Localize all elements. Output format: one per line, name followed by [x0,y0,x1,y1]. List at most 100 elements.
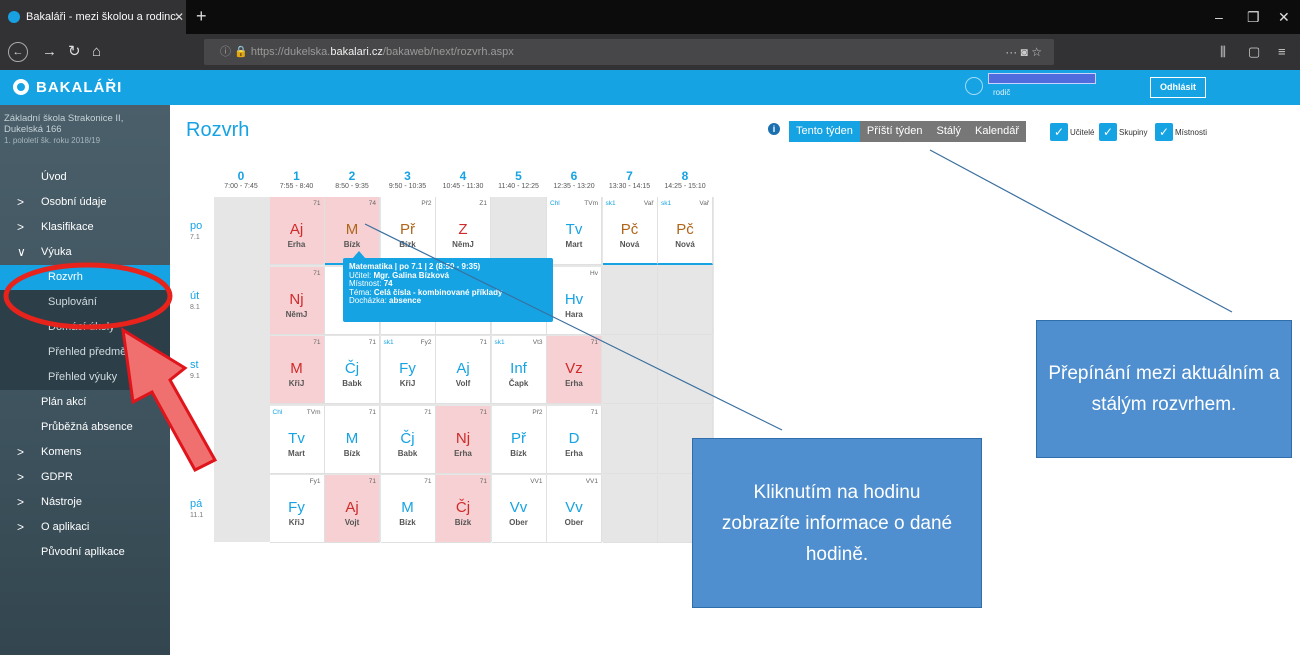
lesson-cell[interactable]: Př2 Př Bízk [380,197,436,265]
back-icon[interactable]: ← [8,42,28,62]
sidebar-item-label: Původní aplikace [41,546,125,558]
period-header: 0 7:00 - 7:45 [213,170,269,192]
sidebar-item[interactable]: > O aplikaci [0,515,170,540]
lesson-cell[interactable]: Vař sk1 Pč Nová [602,197,658,265]
day-date: 8.1 [190,303,200,311]
lesson-cell[interactable]: 71 M Bízk [325,405,380,474]
sidebar-item[interactable]: ∨ Výuka [0,240,170,265]
sidebar-toggle-icon[interactable]: ▢ [1248,34,1260,70]
week-button[interactable]: Kalendář [967,121,1027,142]
browser-tab[interactable]: Bakaláři - mezi školou a rodinc ✕ [0,0,186,34]
info-circle-icon[interactable]: ⓘ [220,46,231,58]
sidebar-item[interactable]: Úvod [0,165,170,190]
lesson-room: 71 [590,408,598,416]
close-window-icon[interactable]: ✕ [1278,0,1290,34]
sidebar-item[interactable]: Průběžná absence [0,415,170,440]
lesson-cell[interactable]: Vař sk1 Pč Nová [658,197,713,265]
reload-icon[interactable]: ↻ [68,34,81,70]
lesson-cell [658,336,713,404]
sidebar-item[interactable]: Plán akcí [0,390,170,415]
lesson-room: Vař [699,200,709,207]
sidebar-item[interactable]: Přehled předmětů [0,340,170,365]
sidebar: Základní škola Strakonice II, Dukelská 1… [0,105,170,655]
lesson-teacher: Volf [455,379,471,388]
restore-icon[interactable]: ❐ [1247,0,1260,34]
period-header: 4 10:45 - 11:30 [435,170,491,192]
sidebar-item[interactable]: > GDPR [0,465,170,490]
lesson-subject: Pč [620,221,639,238]
lesson-room: 71 [368,478,376,485]
lesson-cell[interactable]: 71 D Erha [547,405,602,474]
new-tab-icon[interactable]: + [196,0,207,32]
lesson-cell[interactable]: VV1 Vv Ober [547,475,602,543]
lesson-subject: Čj [400,429,415,447]
lesson-subject: Aj [289,221,304,238]
sidebar-item[interactable]: > Komens [0,440,170,465]
url-domain: bakalari.cz [330,46,383,58]
forward-icon[interactable]: → [42,34,57,70]
tab-close-icon[interactable]: ✕ [174,0,184,34]
sidebar-item[interactable]: Domácí úkoly [0,315,170,340]
pocket-icon[interactable]: ◙ [1021,45,1028,59]
lesson-cell[interactable]: 71 Aj Volf [436,336,491,404]
lesson-cell[interactable]: 71 Nj Erha [436,405,491,474]
lesson-subject: M [290,360,303,377]
lesson-cell[interactable]: 71 Nj NěmJ [269,266,325,335]
minimize-icon[interactable]: – [1215,0,1223,34]
lesson-cell[interactable]: 71 Vz Erha [547,336,602,404]
sidebar-item-label: Nástroje [41,496,82,508]
week-button[interactable]: Tento týden [789,121,860,142]
lesson-cell[interactable]: Př2 Př Bízk [491,405,547,474]
lesson-cell[interactable]: Hv Hv Hara [547,266,602,335]
lesson-cell[interactable]: 71 Čj Babk [325,336,380,404]
info-icon[interactable]: i [768,123,780,135]
lesson-cell[interactable]: 71 M KřiJ [269,336,325,404]
sidebar-item[interactable]: > Nástroje [0,490,170,515]
sidebar-item[interactable]: Původní aplikace [0,540,170,565]
more-icon[interactable]: ··· [1005,45,1017,59]
option-checkbox[interactable]: ✓ Učitelé [1050,122,1094,142]
browser-navbar: ← → ↻ ⌂ ⓘ 🔒 https://dukelska.bakalari.cz… [0,34,1300,70]
lesson-group: Chl [272,408,283,416]
lesson-room: Př2 [421,200,432,207]
lesson-room: 71 [313,200,321,207]
sidebar-item[interactable]: Rozvrh [0,265,170,290]
sidebar-item[interactable]: > Osobní údaje [0,190,170,215]
lesson-cell[interactable]: Fy1 Fy KřiJ [269,475,325,543]
week-button[interactable]: Příští týden [859,121,930,142]
period-number: 7 [626,169,633,183]
lesson-cell[interactable]: Fy2 sk1 Fy KřiJ [380,336,436,404]
lesson-subject: Nj [289,290,304,308]
day-name: po [190,220,203,232]
sidebar-item[interactable]: Přehled výuky [0,365,170,390]
lesson-cell[interactable]: Vt3 sk1 Inf Čapk [491,336,547,404]
option-checkbox[interactable]: ✓ Místnosti [1155,122,1207,142]
chevron-icon: > [17,495,25,509]
day-date: 9.1 [190,373,200,380]
week-button[interactable]: Stálý [929,121,968,142]
school-name: Základní škola Strakonice II, [4,113,124,124]
lesson-cell[interactable]: 71 M Bízk [380,475,436,543]
sidebar-item[interactable]: > Klasifikace [0,215,170,240]
period-time: 12:35 - 13:20 [553,183,595,190]
bookmark-star-icon[interactable]: ☆ [1031,45,1042,59]
page-title: Rozvrh [186,119,250,141]
option-checkbox[interactable]: ✓ Skupiny [1099,122,1147,142]
logout-button[interactable]: Odhlásit [1150,77,1206,98]
hamburger-menu-icon[interactable]: ≡ [1278,34,1286,70]
lesson-cell[interactable]: Z1 Z NěmJ [436,197,491,265]
lesson-cell[interactable]: 71 Aj Vojt [325,475,380,543]
library-icon[interactable]: ⫼ [1220,34,1226,70]
lesson-cell[interactable]: 71 Čj Babk [380,405,436,474]
home-icon[interactable]: ⌂ [92,34,101,70]
period-number: 8 [681,169,689,183]
lesson-cell[interactable]: 71 Čj Bízk [436,475,491,543]
lesson-cell[interactable]: TVm Chl Tv Mart [269,405,325,474]
url-text: ⓘ 🔒 https://dukelska.bakalari.cz/bakaweb… [220,39,514,65]
lesson-cell[interactable]: VV1 Vv Ober [491,475,547,543]
sidebar-item[interactable]: Suplování [0,290,170,315]
url-bar[interactable]: ⓘ 🔒 https://dukelska.bakalari.cz/bakaweb… [204,39,1054,65]
lock-icon: 🔒 [234,46,248,58]
lesson-cell[interactable]: TVm Chl Tv Mart [547,197,602,265]
lesson-cell[interactable]: 71 Aj Erha [269,197,325,265]
